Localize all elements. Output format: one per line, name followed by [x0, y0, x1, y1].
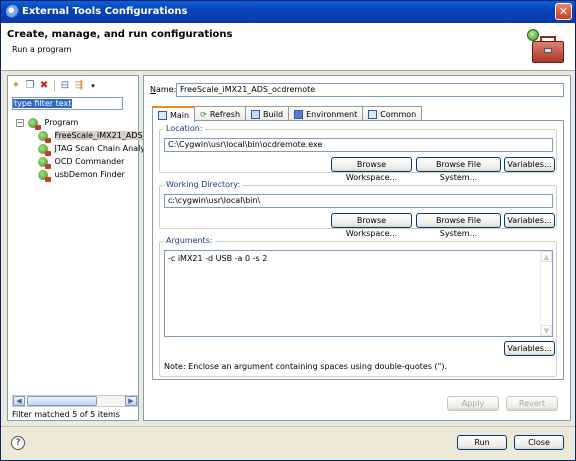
- collapse-icon[interactable]: −: [16, 119, 24, 127]
- program-config-icon: [38, 156, 51, 169]
- config-details-pane: Name: FreeScale_iMX21_ADS_ocdremote Main…: [143, 75, 571, 421]
- build-icon: [251, 109, 261, 119]
- arguments-textarea[interactable]: -c iMX21 -d USB -a 0 -s 2 ▲ ▼: [164, 250, 553, 337]
- arguments-variables-button[interactable]: Variables...: [504, 341, 555, 356]
- filter-text: type filter text: [13, 99, 73, 108]
- quotes-note: Note: Enclose an argument containing spa…: [164, 362, 447, 371]
- arguments-label: Arguments:: [164, 236, 215, 245]
- scroll-right-icon[interactable]: ▶: [125, 396, 137, 406]
- program-config-icon: [38, 169, 51, 182]
- filter-input[interactable]: type filter text: [12, 97, 123, 110]
- tree-item[interactable]: usbDemon Finder: [38, 168, 140, 182]
- run-button[interactable]: Run: [457, 435, 507, 450]
- left-toolbar: ✦ ❐ ✖ ⊟ ⇶ ▾: [10, 79, 99, 93]
- scroll-down-icon[interactable]: ▼: [541, 325, 552, 336]
- header-title: Create, manage, and run configurations: [7, 29, 233, 40]
- duplicate-icon[interactable]: ❐: [24, 80, 36, 92]
- configurations-pane: ✦ ❐ ✖ ⊟ ⇶ ▾ type filter text − Program F…: [7, 75, 147, 421]
- browse-workspace-button[interactable]: Browse Workspace...: [331, 213, 412, 238]
- filter-status: Filter matched 5 of 5 items: [12, 410, 120, 419]
- vertical-scrollbar[interactable]: ▲ ▼: [540, 251, 552, 336]
- horizontal-scrollbar[interactable]: ◀ ▶: [12, 395, 138, 407]
- tab-refresh[interactable]: ⟳ Refresh: [194, 106, 247, 121]
- program-icon: [28, 117, 41, 130]
- dialog-footer: ? Run Close: [1, 426, 575, 460]
- working-directory-label: Working Directory:: [164, 180, 243, 189]
- delete-icon[interactable]: ✖: [38, 80, 50, 92]
- eclipse-icon: [6, 5, 19, 18]
- location-field[interactable]: C:\Cygwin\usr\local\bin\ocdremote.exe: [164, 138, 553, 152]
- new-config-icon[interactable]: ✦: [10, 80, 22, 92]
- scroll-left-icon[interactable]: ◀: [13, 396, 25, 406]
- refresh-icon: ⟳: [200, 109, 207, 119]
- main-tab-icon: [158, 110, 167, 120]
- header-subtitle: Run a program: [12, 45, 72, 54]
- title-bar[interactable]: External Tools Configurations ✕: [1, 1, 575, 23]
- environment-icon: [294, 109, 304, 119]
- config-tree: − Program FreeScale_iMX21_ADS_ JTAG Scan…: [16, 116, 147, 182]
- tree-item-program[interactable]: − Program: [16, 116, 140, 130]
- tab-main[interactable]: Main: [152, 106, 196, 122]
- dialog-header: Create, manage, and run configurations R…: [1, 23, 575, 71]
- program-config-icon: [38, 143, 51, 156]
- name-label: Name:: [150, 85, 177, 94]
- browse-file-system-button[interactable]: Browse File System...: [416, 157, 501, 182]
- window-title: External Tools Configurations: [22, 6, 188, 17]
- scroll-thumb[interactable]: [27, 396, 97, 406]
- filter-icon[interactable]: ⇶: [73, 80, 85, 92]
- browse-file-system-button[interactable]: Browse File System...: [416, 213, 501, 238]
- tab-common[interactable]: Common: [362, 106, 423, 121]
- location-group: Location: C:\Cygwin\usr\local\bin\ocdrem…: [159, 124, 557, 182]
- tree-item[interactable]: OCD Commander: [38, 155, 140, 169]
- variables-button[interactable]: Variables...: [504, 157, 555, 172]
- program-config-icon: [38, 130, 51, 143]
- revert-button[interactable]: Revert: [506, 396, 558, 411]
- tab-environment[interactable]: Environment: [288, 106, 364, 121]
- dialog-window: External Tools Configurations ✕ Create, …: [0, 0, 576, 461]
- working-directory-field[interactable]: c:\cygwin\usr\local\bin\: [164, 194, 553, 208]
- arguments-group: Arguments: -c iMX21 -d USB -a 0 -s 2 ▲ ▼…: [159, 236, 557, 377]
- working-directory-group: Working Directory: c:\cygwin\usr\local\b…: [159, 180, 557, 238]
- location-label: Location:: [164, 124, 205, 133]
- close-window-button[interactable]: ✕: [555, 3, 572, 20]
- toolbox-icon: [527, 29, 565, 65]
- scroll-up-icon[interactable]: ▲: [541, 251, 552, 262]
- run-gear-icon: [527, 29, 539, 41]
- variables-button[interactable]: Variables...: [504, 213, 555, 228]
- browse-workspace-button[interactable]: Browse Workspace...: [331, 157, 412, 182]
- close-button[interactable]: Close: [514, 435, 564, 450]
- tree-item[interactable]: JTAG Scan Chain Analy: [38, 142, 145, 156]
- tab-bar: Main ⟳ Refresh Build Environment Common: [152, 106, 423, 122]
- arguments-text: -c iMX21 -d USB -a 0 -s 2: [168, 254, 268, 263]
- apply-button[interactable]: Apply: [447, 396, 499, 411]
- chevron-down-icon[interactable]: ▾: [87, 80, 99, 92]
- name-field[interactable]: FreeScale_iMX21_ADS_ocdremote: [176, 83, 564, 97]
- common-icon: [368, 109, 378, 119]
- tree-item[interactable]: FreeScale_iMX21_ADS_: [38, 129, 147, 143]
- main-tab-content: Location: C:\Cygwin\usr\local\bin\ocdrem…: [152, 120, 564, 380]
- tab-build[interactable]: Build: [245, 106, 290, 121]
- help-icon[interactable]: ?: [11, 436, 25, 450]
- collapse-all-icon[interactable]: ⊟: [59, 80, 71, 92]
